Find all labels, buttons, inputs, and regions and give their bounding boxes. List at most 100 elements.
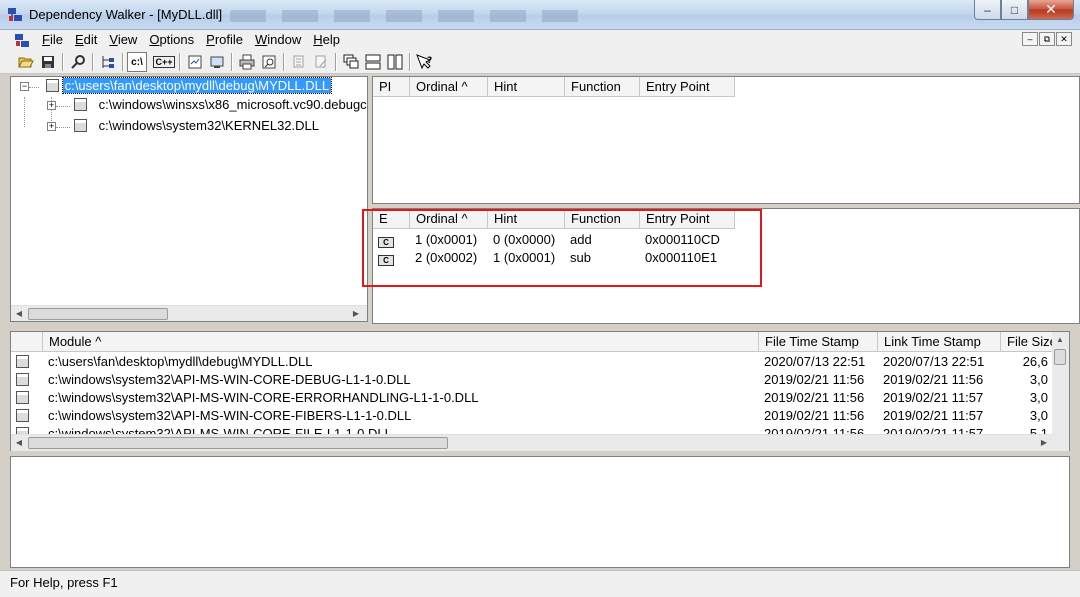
column-header-ordinal[interactable]: Ordinal ^ xyxy=(410,77,488,97)
scroll-thumb[interactable] xyxy=(1054,349,1066,365)
tree-root-label: c:\users\fan\desktop\mydll\debug\MYDLL.D… xyxy=(61,77,333,94)
module-path: c:\windows\system32\API-MS-WIN-CORE-ERRO… xyxy=(48,390,479,405)
module-icon xyxy=(16,409,29,422)
module-icon xyxy=(16,391,29,404)
tile-vertical-icon[interactable] xyxy=(385,52,405,72)
imports-list-header: PI Ordinal ^ Hint Function Entry Point xyxy=(373,77,735,97)
menu-window[interactable]: Window xyxy=(249,31,307,48)
tree-horizontal-scrollbar[interactable]: ◀ ▶ xyxy=(11,305,367,321)
column-header-e[interactable]: E xyxy=(373,209,410,229)
scroll-left-icon[interactable]: ◀ xyxy=(14,309,24,319)
tree-item[interactable]: c:\windows\winsxs\x86_microsoft.vc90.deb… xyxy=(74,97,368,115)
scroll-right-icon[interactable]: ▶ xyxy=(351,309,361,319)
copy-icon[interactable] xyxy=(289,52,309,72)
cascade-icon[interactable] xyxy=(341,52,361,72)
print-icon[interactable] xyxy=(237,52,257,72)
maximize-button[interactable]: □ xyxy=(1001,0,1028,20)
column-header-icon[interactable] xyxy=(11,332,43,352)
menu-file[interactable]: File xyxy=(36,31,69,48)
export-hint: 1 (0x0001) xyxy=(493,250,556,265)
dependency-walker-icon xyxy=(8,8,22,21)
log-pane xyxy=(10,456,1070,568)
properties-icon[interactable] xyxy=(185,52,205,72)
menu-edit[interactable]: Edit xyxy=(69,31,103,48)
scroll-thumb[interactable] xyxy=(28,437,448,449)
export-row[interactable]: C 1 (0x0001) 0 (0x0000) add 0x000110CD xyxy=(373,231,735,249)
module-file-size: 26,6 xyxy=(1022,354,1048,369)
module-vertical-scrollbar[interactable]: ▲ xyxy=(1052,332,1069,451)
export-row[interactable]: C 2 (0x0002) 1 (0x0001) sub 0x000110E1 xyxy=(373,249,735,267)
c-function-icon: C xyxy=(378,237,394,248)
expand-child-icon[interactable]: + xyxy=(47,101,56,110)
module-file-time-stamp: 2019/02/21 11:56 xyxy=(764,426,865,434)
export-entry-point: 0x000110E1 xyxy=(645,250,718,265)
menu-profile[interactable]: Profile xyxy=(200,31,249,48)
column-header-file-time-stamp[interactable]: File Time Stamp xyxy=(759,332,878,352)
document-system-icon[interactable] xyxy=(14,33,30,48)
module-horizontal-scrollbar[interactable]: ◀ ▶ xyxy=(11,434,1053,451)
column-header-link-time-stamp[interactable]: Link Time Stamp xyxy=(878,332,1001,352)
context-help-icon[interactable]: ? xyxy=(415,52,435,72)
doc-minimize-button[interactable]: – xyxy=(1022,32,1038,46)
column-header-entry-point[interactable]: Entry Point xyxy=(640,209,735,229)
close-button[interactable]: ✕ xyxy=(1028,0,1074,20)
module-row[interactable]: c:\users\fan\desktop\mydll\debug\MYDLL.D… xyxy=(11,353,1053,371)
menu-view[interactable]: View xyxy=(103,31,143,48)
column-header-hint[interactable]: Hint xyxy=(488,77,565,97)
system-info-icon[interactable] xyxy=(207,52,227,72)
column-header-file-size[interactable]: File Size xyxy=(1001,332,1053,352)
export-function: add xyxy=(570,232,592,247)
doc-restore-button[interactable]: ⧉ xyxy=(1039,32,1055,46)
module-file-size: 3,0 xyxy=(1029,390,1048,405)
export-hint: 0 (0x0000) xyxy=(493,232,556,247)
imports-list-pane: PI Ordinal ^ Hint Function Entry Point xyxy=(372,76,1080,204)
module-link-time-stamp: 2019/02/21 11:56 xyxy=(883,372,984,387)
tile-horizontal-icon[interactable] xyxy=(363,52,383,72)
configure-icon[interactable] xyxy=(311,52,331,72)
module-tree-pane: − c:\users\fan\desktop\mydll\debug\MYDLL… xyxy=(10,76,368,322)
scroll-right-icon[interactable]: ▶ xyxy=(1039,438,1049,448)
save-icon[interactable] xyxy=(38,52,58,72)
module-path: c:\users\fan\desktop\mydll\debug\MYDLL.D… xyxy=(48,354,313,369)
module-row[interactable]: c:\windows\system32\API-MS-WIN-CORE-ERRO… xyxy=(11,389,1053,407)
scroll-up-icon[interactable]: ▲ xyxy=(1055,335,1065,345)
collapse-root-icon[interactable]: − xyxy=(20,82,29,91)
menu-help[interactable]: Help xyxy=(307,31,346,48)
status-bar: For Help, press F1 xyxy=(0,570,1080,597)
view-full-paths-icon[interactable] xyxy=(259,52,279,72)
column-header-function[interactable]: Function xyxy=(565,209,640,229)
module-row[interactable]: c:\windows\system32\API-MS-WIN-CORE-FIBE… xyxy=(11,407,1053,425)
c-view-toggle-icon[interactable]: c:\ xyxy=(127,52,147,72)
tree-root-item[interactable]: c:\users\fan\desktop\mydll\debug\MYDLL.D… xyxy=(46,77,333,96)
title-ghost-tabs xyxy=(230,10,590,22)
column-header-entry-point[interactable]: Entry Point xyxy=(640,77,735,97)
open-icon[interactable] xyxy=(16,52,36,72)
column-header-pi[interactable]: PI xyxy=(373,77,410,97)
find-icon[interactable] xyxy=(68,52,88,72)
tree-item[interactable]: c:\windows\system32\KERNEL32.DLL xyxy=(74,118,319,136)
module-file-time-stamp: 2019/02/21 11:56 xyxy=(764,390,865,405)
column-header-function[interactable]: Function xyxy=(565,77,640,97)
toolbar: c:\ C++ ? xyxy=(0,50,1080,74)
column-header-hint[interactable]: Hint xyxy=(488,209,565,229)
module-path: c:\windows\system32\API-MS-WIN-CORE-FILE… xyxy=(48,426,392,434)
menu-options[interactable]: Options xyxy=(143,31,200,48)
tree-item-label: c:\windows\winsxs\x86_microsoft.vc90.deb… xyxy=(98,97,368,112)
module-link-time-stamp: 2019/02/21 11:57 xyxy=(883,390,984,405)
module-icon xyxy=(16,355,29,368)
module-tree-icon[interactable] xyxy=(98,52,118,72)
module-file-size: 3,0 xyxy=(1029,372,1048,387)
module-row[interactable]: c:\windows\system32\API-MS-WIN-CORE-FILE… xyxy=(11,425,1053,434)
minimize-button[interactable]: – xyxy=(974,0,1001,20)
module-row[interactable]: c:\windows\system32\API-MS-WIN-CORE-DEBU… xyxy=(11,371,1053,389)
expand-child-icon[interactable]: + xyxy=(47,122,56,131)
module-icon xyxy=(46,79,59,92)
cpp-view-toggle-icon[interactable]: C++ xyxy=(153,52,175,72)
module-path: c:\windows\system32\API-MS-WIN-CORE-DEBU… xyxy=(48,372,411,387)
exports-list-header: E Ordinal ^ Hint Function Entry Point xyxy=(373,209,735,229)
column-header-module[interactable]: Module ^ xyxy=(43,332,759,352)
scroll-thumb[interactable] xyxy=(28,308,168,320)
doc-close-button[interactable]: ✕ xyxy=(1056,32,1072,46)
scroll-left-icon[interactable]: ◀ xyxy=(14,438,24,448)
column-header-ordinal[interactable]: Ordinal ^ xyxy=(410,209,488,229)
